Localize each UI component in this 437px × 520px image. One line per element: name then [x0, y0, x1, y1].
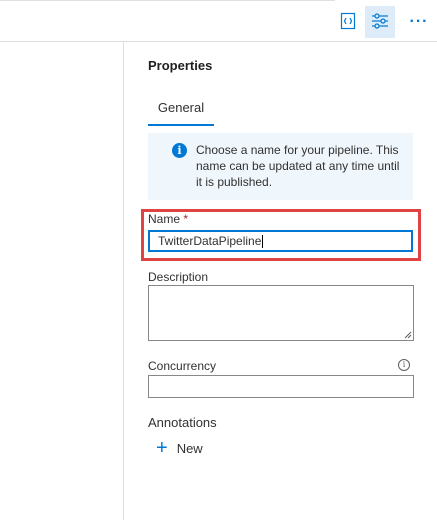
info-message-bar: i Choose a name for your pipeline. This …: [148, 133, 413, 200]
name-input[interactable]: TwitterDataPipeline: [148, 230, 413, 252]
tab-general[interactable]: General: [148, 96, 214, 126]
concurrency-input[interactable]: [148, 375, 414, 398]
toolbar-divider: [0, 41, 437, 42]
pane-splitter[interactable]: [123, 42, 124, 520]
description-label: Description: [148, 270, 209, 284]
more-options-button[interactable]: ···: [404, 6, 434, 38]
tab-selected-indicator: [148, 124, 214, 126]
concurrency-label: Concurrency: [148, 359, 217, 373]
new-button-label: New: [176, 440, 203, 456]
required-marker: *: [183, 212, 189, 226]
resize-grip-icon[interactable]: [404, 331, 412, 339]
properties-toggle-button[interactable]: [365, 6, 395, 38]
name-input-value: TwitterDataPipeline: [158, 234, 262, 248]
add-annotation-button[interactable]: + New: [156, 438, 203, 458]
info-message-text: Choose a name for your pipeline. This na…: [196, 143, 400, 189]
tab-label: General: [157, 100, 205, 115]
panel-title: Properties: [148, 58, 213, 73]
info-icon: i: [172, 143, 187, 158]
properties-sliders-icon: [371, 12, 389, 32]
plus-icon: +: [156, 437, 168, 459]
name-label-text: Name: [148, 212, 181, 226]
description-textarea[interactable]: [148, 285, 414, 341]
header-divider-top: [0, 0, 335, 1]
code-view-button[interactable]: [333, 6, 363, 38]
name-field-label: Name *: [148, 212, 188, 226]
concurrency-info-icon[interactable]: i: [398, 359, 410, 371]
code-icon: [340, 12, 356, 33]
more-icon: ···: [409, 13, 429, 30]
annotations-label: Annotations: [148, 415, 217, 430]
text-caret: [262, 235, 264, 249]
